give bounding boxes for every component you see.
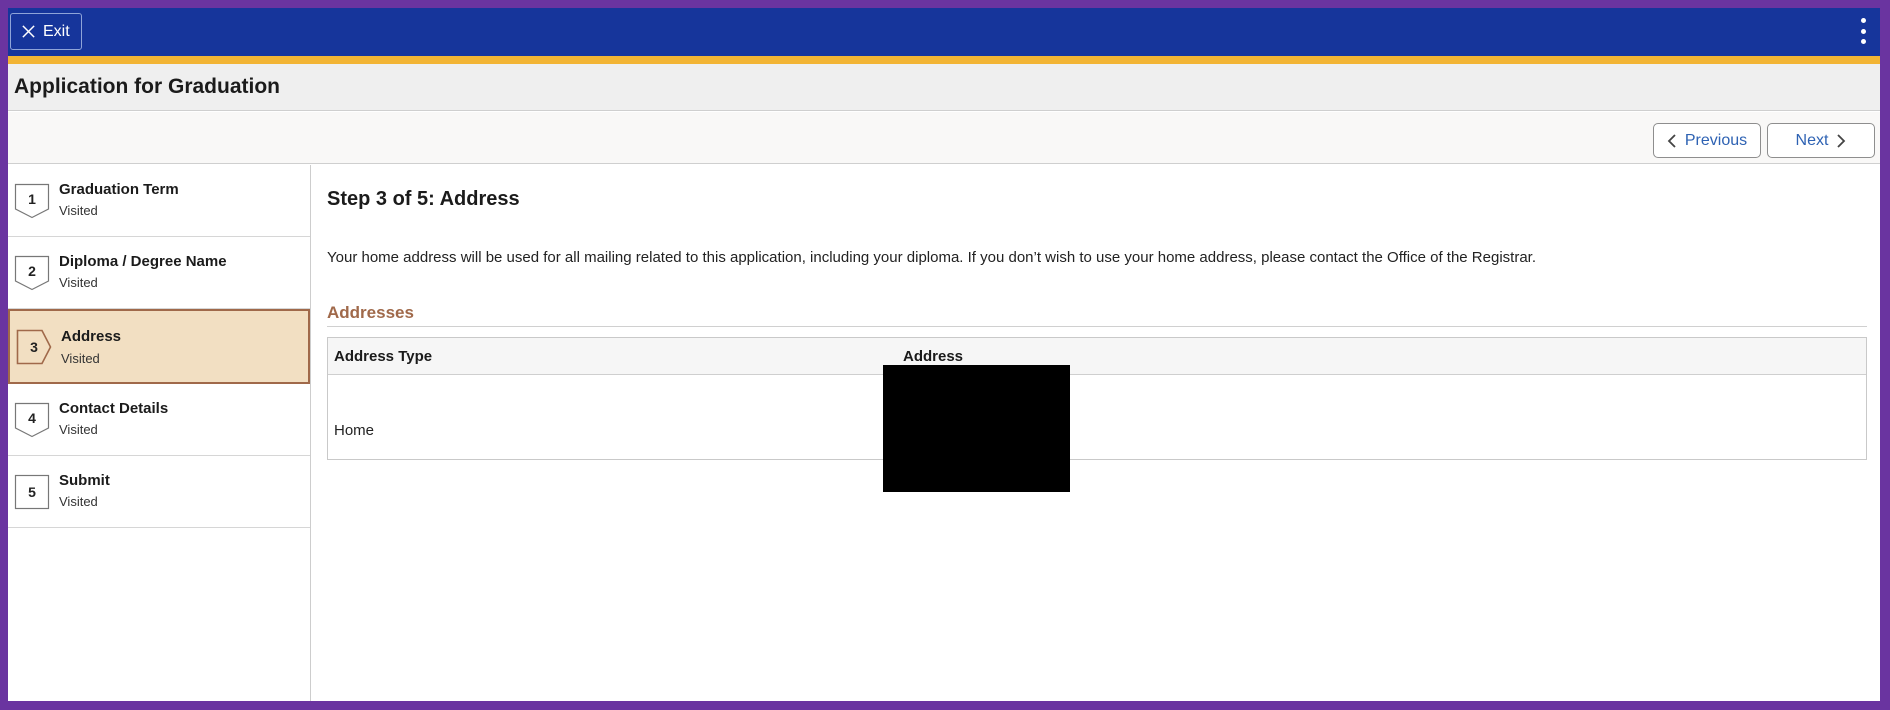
top-banner: Exit [8, 8, 1880, 64]
step-item-graduation-term[interactable]: 1 Graduation Term Visited [8, 165, 310, 237]
step-title: Contact Details [59, 400, 169, 417]
step-title: Submit [59, 472, 110, 489]
step-item-submit[interactable]: 5 Submit Visited [8, 456, 310, 528]
step-navigation-bar: Previous Next [8, 112, 1880, 164]
step-title: Graduation Term [59, 181, 179, 198]
column-header-address-type: Address Type [334, 348, 433, 365]
table-row: Home [328, 376, 1866, 459]
next-label: Next [1795, 131, 1829, 149]
step-number-badge: 2 [14, 255, 50, 291]
main-content: Step 3 of 5: Address Your home address w… [312, 165, 1880, 701]
chevron-left-icon [1667, 133, 1676, 148]
step-item-address[interactable]: 3 Address Visited [8, 309, 310, 384]
step-item-diploma-degree-name[interactable]: 2 Diploma / Degree Name Visited [8, 237, 310, 309]
title-bar: Application for Graduation [8, 64, 1880, 111]
page-title: Application for Graduation [14, 75, 280, 98]
chevron-right-icon [1837, 133, 1846, 148]
previous-button[interactable]: Previous [1653, 123, 1761, 158]
step-heading: Step 3 of 5: Address [327, 188, 520, 210]
step-status: Visited [59, 422, 98, 437]
step-number-badge: 4 [14, 402, 50, 438]
steps-sidebar: 1 Graduation Term Visited 2 Diploma / De… [8, 165, 311, 701]
step-number-badge: 1 [14, 183, 50, 219]
step-status: Visited [59, 203, 98, 218]
app-frame: Exit Application for Graduation Previous… [8, 8, 1880, 701]
more-options-icon[interactable] [1858, 18, 1868, 44]
step-status: Visited [59, 275, 98, 290]
redacted-address-block [883, 365, 1070, 492]
addresses-table: Address Type Address Home [327, 337, 1867, 460]
exit-button[interactable]: Exit [10, 13, 82, 50]
exit-label: Exit [43, 22, 70, 40]
previous-label: Previous [1684, 131, 1748, 149]
column-header-address: Address [903, 348, 964, 365]
step-status: Visited [59, 494, 98, 509]
table-header: Address Type Address [328, 338, 1866, 375]
step-number-badge: 3 [16, 329, 52, 365]
intro-text: Your home address will be used for all m… [327, 249, 1537, 266]
section-title: Addresses [327, 303, 1867, 327]
step-title: Address [61, 328, 122, 345]
step-number-badge: 5 [14, 474, 50, 510]
close-icon [22, 25, 35, 38]
step-status: Visited [61, 351, 100, 366]
step-title: Diploma / Degree Name [59, 253, 227, 270]
step-item-contact-details[interactable]: 4 Contact Details Visited [8, 384, 310, 456]
next-button[interactable]: Next [1767, 123, 1875, 158]
cell-address-type: Home [334, 422, 375, 439]
